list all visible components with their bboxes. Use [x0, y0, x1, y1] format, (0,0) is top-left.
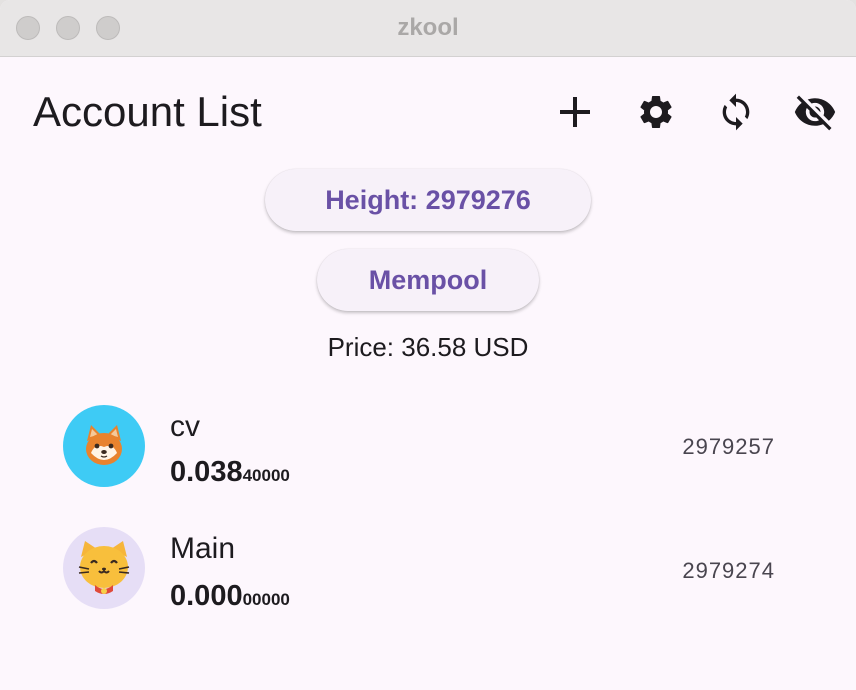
balance-small: 40000 — [242, 466, 290, 485]
account-balance: 0.00000000 — [170, 580, 290, 613]
hide-balance-button[interactable] — [793, 90, 837, 134]
account-height: 2979274 — [682, 558, 775, 583]
shiba-dog-icon — [63, 405, 145, 487]
mempool-button[interactable]: Mempool — [317, 249, 539, 311]
plus-icon — [560, 97, 590, 127]
account-name: cv — [170, 410, 200, 443]
balance-main: 0.038 — [170, 456, 243, 488]
balance-main: 0.000 — [170, 580, 243, 612]
page-title: Account List — [33, 88, 262, 135]
eye-off-icon — [794, 95, 836, 131]
account-name: Main — [170, 532, 236, 565]
account-height: 2979257 — [682, 434, 775, 459]
gear-icon — [640, 95, 672, 128]
title-bar: zkool — [0, 0, 856, 57]
settings-button[interactable] — [634, 90, 678, 134]
account-row-main[interactable]: Main 0.00000000 2979274 — [0, 508, 856, 628]
account-balance: 0.03840000 — [170, 456, 290, 489]
sync-button[interactable] — [714, 90, 758, 134]
price-label: Price: 36.58 USD — [327, 332, 529, 362]
cat-face-icon — [63, 527, 145, 609]
balance-small: 00000 — [242, 590, 290, 609]
account-row-cv[interactable]: cv 0.03840000 2979257 — [0, 386, 856, 506]
sync-icon — [722, 93, 750, 131]
app-window: zkool Account List Height: 2979276 Mempo… — [0, 0, 856, 690]
window-title: zkool — [397, 14, 459, 41]
height-button[interactable]: Height: 2979276 — [265, 169, 591, 231]
add-account-button[interactable] — [553, 90, 597, 134]
